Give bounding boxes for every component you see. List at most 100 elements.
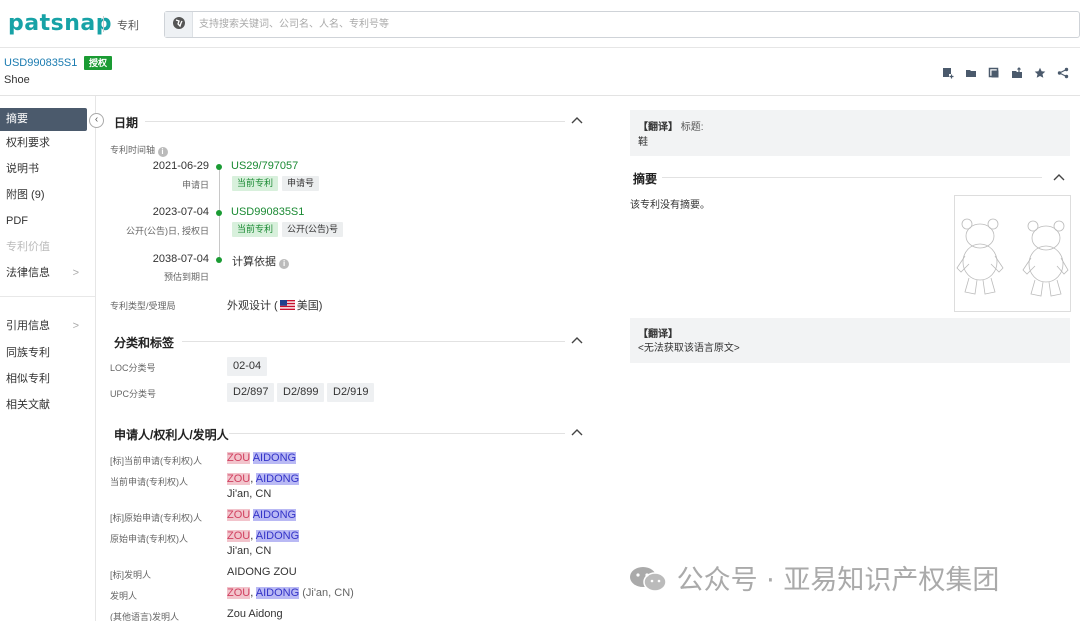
sidebar-item-abstract[interactable]: 摘要 [0,108,87,131]
translated-title-box: 【翻译】 标题: 鞋 [630,110,1070,156]
tag-current-patent: 当前专利 [232,222,279,237]
status-badge: 授权 [84,56,113,70]
collapse-sidebar-button[interactable]: ‹ [89,113,104,128]
party-label: [标]发明人 [110,570,152,580]
sidebar-item-label: PDF [6,215,28,227]
sidebar-item-label: 法律信息 [6,267,50,279]
translate-unavailable-text: <无法获取该语言原文> [638,343,740,354]
upc-chip[interactable]: D2/897 [227,383,275,402]
watermark: 公众号 · 亚易知识产权集团 [628,558,999,597]
loc-label: LOC分类号 [110,363,156,373]
sidebar-item-label: 相关文献 [6,399,50,411]
party-location: Ji'an, CN [227,488,272,500]
collapse-abstract-button[interactable] [1053,172,1067,184]
chevron-up-icon [1053,174,1065,181]
module-label[interactable]: 专利 [117,17,139,33]
divider [229,433,565,434]
sidebar-item-label: 专利价值 [6,241,50,253]
sidebar-item-family[interactable]: 同族专利 [0,342,87,365]
us-flag-icon [279,300,295,310]
patent-title: Shoe [4,74,30,86]
party-value[interactable]: AIDONG ZOU [227,566,297,578]
calculation-basis: 计算依据 i [232,253,290,269]
divider [103,16,104,32]
application-number-link[interactable]: US29/797057 [231,160,298,172]
translate-tag: 【翻译】 [638,329,678,340]
chevron-up-icon [571,337,583,344]
sidebar-item-label: 权利要求 [6,137,50,149]
copy-icon[interactable] [987,66,1001,80]
patent-drawing-thumbnail[interactable] [954,195,1071,312]
patent-header: USD990835S1 授权 Shoe [0,48,1080,96]
sidebar-item-description[interactable]: 说明书 [0,158,87,181]
star-icon[interactable] [1033,66,1047,80]
section-title-parties: 申请人/权利人/发明人 [114,428,229,442]
search-scope-button[interactable] [165,12,193,37]
publication-date: 2023-07-04 [152,206,209,218]
party-label: 发明人 [110,591,138,601]
collapse-parties-button[interactable] [571,427,585,439]
party-value[interactable]: ZOU, AIDONG [227,473,300,485]
collapse-classification-button[interactable] [571,335,585,347]
search-input[interactable] [199,16,799,33]
party-location: Ji'an, CN [227,545,272,557]
globe-icon [172,16,186,33]
party-label: 当前申请(专利权)人 [110,477,188,487]
sidebar-item-related-docs[interactable]: 相关文献 [0,394,87,417]
party-value[interactable]: Zou Aidong [227,608,283,620]
party-value[interactable]: ZOU, AIDONG [227,530,300,542]
action-toolbar [941,66,1070,80]
share-icon[interactable] [1056,66,1070,80]
party-label: [标]原始申请(专利权)人 [110,513,202,523]
divider [0,296,95,297]
wechat-icon [628,565,668,596]
sidebar-item-label: 附图 (9) [6,189,45,201]
sidebar-item-similar[interactable]: 相似专利 [0,368,87,391]
upc-chip[interactable]: D2/919 [327,383,375,402]
date-caption: 公开(公告)日, 授权日 [126,226,209,236]
search-box[interactable] [164,11,1080,38]
section-title-abstract: 摘要 [633,172,658,186]
translated-title: 鞋 [638,137,648,148]
sidebar-item-citations[interactable]: 引用信息 > [0,315,87,338]
sidebar-item-pdf[interactable]: PDF [0,210,87,233]
patent-type-value: 外观设计 (美国) [227,300,323,312]
translated-title-header: 【翻译】 标题: [638,122,704,133]
expiry-date: 2038-07-04 [152,253,209,265]
add-note-icon[interactable] [941,66,955,80]
sidebar-item-label: 摘要 [6,113,28,125]
sidebar: 摘要 权利要求 说明书 附图 (9) PDF 专利价值 法律信息 > 引用信息 > … [0,96,96,621]
divider [145,121,565,122]
patsnap-logo[interactable]: patsnap [8,11,112,36]
date-caption: 申请日 [181,180,209,190]
sidebar-item-patent-value: 专利价值 [0,236,87,259]
tag-current-patent: 当前专利 [232,176,279,191]
application-date: 2021-06-29 [152,160,209,172]
publication-number-link[interactable]: USD990835S1 [231,206,304,218]
bear-figure-drawing [956,218,1069,297]
upc-chip[interactable]: D2/899 [277,383,325,402]
sidebar-item-label: 同族专利 [6,347,50,359]
info-icon[interactable]: i [279,259,290,269]
sidebar-item-label: 说明书 [6,163,39,175]
section-title-classification: 分类和标签 [114,336,175,350]
export-icon[interactable] [1010,66,1024,80]
patent-number: USD990835S1 [4,57,78,69]
folder-icon[interactable] [964,66,978,80]
sidebar-item-label: 引用信息 [6,320,50,332]
collapse-dates-button[interactable] [571,115,585,127]
party-value[interactable]: ZOU AIDONG [227,452,297,464]
sidebar-item-claims[interactable]: 权利要求 [0,132,87,155]
info-icon[interactable]: i [157,147,168,157]
party-value[interactable]: ZOU AIDONG [227,509,297,521]
date-caption: 预估到期日 [163,272,209,282]
chevron-up-icon [571,117,583,124]
divider [662,177,1042,178]
tag-application-number: 申请号 [282,176,320,191]
chevron-up-icon [571,429,583,436]
sidebar-item-legal-info[interactable]: 法律信息 > [0,262,87,285]
party-value[interactable]: ZOU, AIDONG (Ji'an, CN) [227,587,354,599]
loc-chip[interactable]: 02-04 [227,357,268,376]
sidebar-item-drawings[interactable]: 附图 (9) [0,184,87,207]
sidebar-item-label: 相似专利 [6,373,50,385]
